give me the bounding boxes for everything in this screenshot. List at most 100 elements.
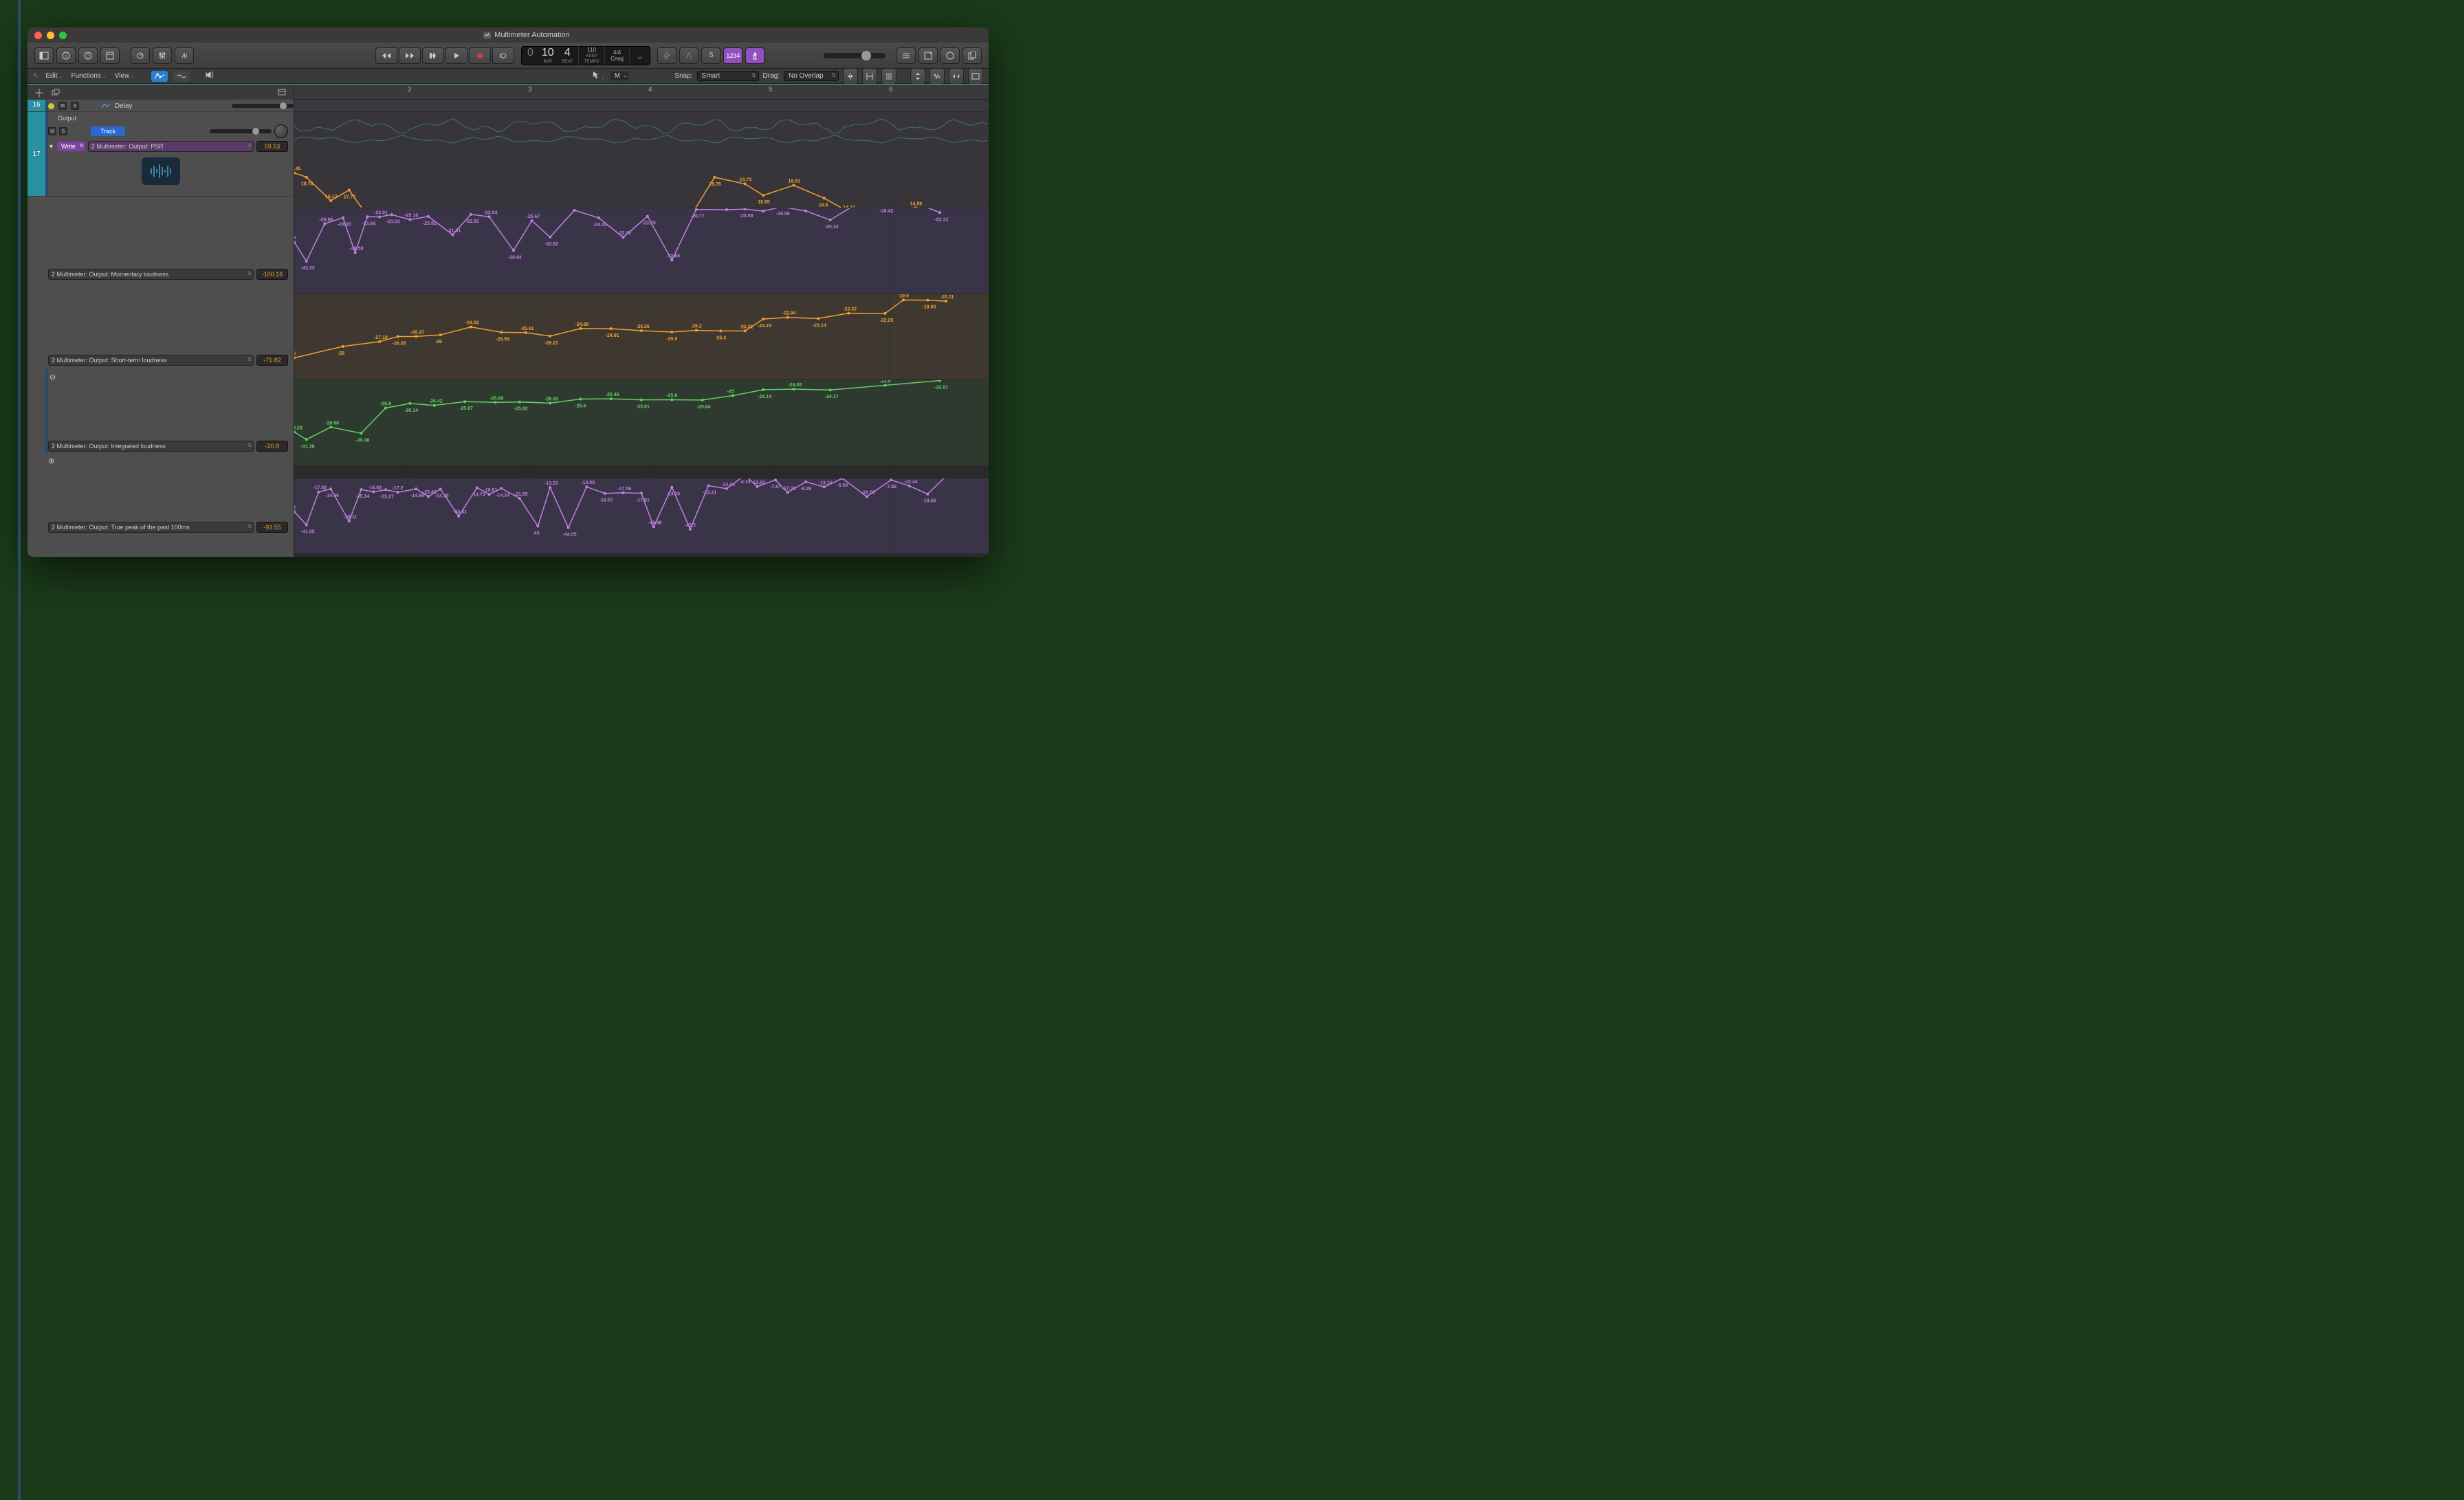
param-select-psr[interactable]: 2 Multimeter: Output: PSR — [88, 141, 254, 152]
pointer-tool-icon[interactable]: ⌄ — [593, 71, 605, 81]
solo-button[interactable]: S — [59, 127, 67, 135]
region-track-16[interactable] — [294, 100, 989, 112]
automation-mode-select[interactable]: Write — [57, 142, 85, 151]
flex-toggle[interactable] — [173, 71, 190, 82]
help-button[interactable]: ? — [78, 47, 98, 64]
view-menu[interactable]: View⌄ — [113, 72, 136, 80]
close-button[interactable] — [34, 32, 42, 39]
note-pad-button[interactable] — [918, 47, 938, 64]
track-automation-button[interactable]: Track — [91, 126, 125, 136]
automation-indicator[interactable] — [48, 103, 54, 109]
svg-text:-24.62: -24.62 — [465, 321, 479, 326]
svg-text:-24.35: -24.35 — [338, 223, 351, 228]
param-select-shortterm[interactable]: 2 Multimeter: Output: Short-term loudnes… — [48, 355, 254, 366]
low-latency-button[interactable] — [657, 47, 676, 64]
svg-text:-25.6: -25.6 — [666, 394, 677, 399]
svg-text:-23.82: -23.82 — [423, 221, 437, 226]
snap-edge-icon[interactable] — [843, 68, 858, 85]
solo-button[interactable]: S — [71, 102, 79, 110]
metronome-button[interactable] — [745, 47, 764, 64]
secondary-tool[interactable]: M⌄ — [610, 71, 628, 80]
add-track-button[interactable]: ＋ — [33, 87, 45, 97]
master-volume-slider[interactable] — [824, 53, 886, 58]
track-icon[interactable] — [142, 157, 180, 185]
arrange-area[interactable]: 2 3 4 5 6 20.4519.7816.1217.7711.1211.54… — [294, 85, 989, 557]
rewind-button[interactable] — [375, 47, 397, 64]
svg-text:-24.01: -24.01 — [374, 211, 388, 216]
loop-browser-button[interactable] — [940, 47, 960, 64]
grid-icon[interactable] — [881, 68, 896, 85]
automation-toggle[interactable] — [151, 71, 168, 82]
svg-text:-9.26: -9.26 — [800, 487, 811, 492]
svg-text:-43.33: -43.33 — [301, 266, 315, 271]
param-value[interactable]: -93.55 — [256, 522, 288, 533]
svg-text:-23.5: -23.5 — [879, 380, 890, 384]
record-button[interactable] — [469, 47, 491, 64]
param-select-integrated[interactable]: 2 Multimeter: Output: Integrated loudnes… — [48, 441, 254, 452]
library-button[interactable] — [34, 47, 54, 64]
svg-text:-25.98: -25.98 — [490, 396, 503, 401]
inspector-button[interactable]: i — [56, 47, 76, 64]
mute-button[interactable]: M — [48, 127, 56, 135]
svg-text:-25.5: -25.5 — [575, 404, 586, 409]
param-select-momentary[interactable]: 2 Multimeter: Output: Momentary loudness — [48, 269, 254, 280]
mixer-button[interactable] — [153, 47, 172, 64]
svg-text:-25.55: -25.55 — [496, 337, 509, 342]
solo-button[interactable]: S — [701, 47, 720, 64]
track-fader[interactable] — [232, 104, 294, 108]
count-in-button[interactable]: 1234 — [723, 47, 742, 64]
functions-menu[interactable]: Functions⌄ — [70, 72, 108, 80]
track-17[interactable]: 17 Output M S Track ▼ Write — [28, 112, 294, 197]
automation-region-integrated[interactable]: -30.28-31.38-29.58-30.48-26.8-26.14-26.4… — [294, 380, 989, 466]
track-fader[interactable] — [210, 129, 272, 133]
automation-region-momentary[interactable]: -35-43.33-26.98-24.35-39.59-23.94-24.01-… — [294, 208, 989, 294]
tuner-button[interactable] — [679, 47, 698, 64]
transport-controls — [375, 47, 514, 64]
logic-icon — [483, 32, 491, 39]
snap-select[interactable]: Smart — [697, 71, 759, 81]
pan-knob[interactable] — [274, 124, 288, 138]
stop-button[interactable] — [422, 47, 444, 64]
param-value[interactable]: -20.8 — [256, 441, 288, 452]
toolbar-button[interactable] — [100, 47, 120, 64]
lane-integrated: ⊖ 2 Multimeter: Output: Integrated loudn… — [28, 368, 294, 454]
app-window: Multimeter Automation i ? 0 10BAR 4BEAT — [28, 27, 989, 557]
minimize-button[interactable] — [47, 32, 54, 39]
smart-controls-button[interactable] — [131, 47, 150, 64]
remove-lane-button[interactable]: ⊖ — [50, 373, 56, 382]
dup-track-button[interactable] — [50, 87, 62, 97]
play-button[interactable] — [446, 47, 468, 64]
automation-region-psr[interactable]: 20.4519.7816.1217.7711.1211.5411.2211.78… — [294, 112, 989, 208]
param-value[interactable]: -71.82 — [256, 355, 288, 366]
back-icon[interactable]: ↖ — [33, 72, 38, 80]
lcd-display[interactable]: 0 10BAR 4BEAT 110 KEEP TEMPO 4/4 Cmaj ⌄ — [521, 46, 650, 65]
add-lane-button[interactable]: ⊕ — [48, 456, 54, 465]
zoom-vert-icon[interactable] — [910, 68, 925, 85]
disclosure-triangle[interactable]: ▼ — [48, 143, 54, 150]
maximize-button[interactable] — [59, 32, 67, 39]
track-16[interactable]: 16 M S Delay — [28, 100, 294, 112]
editors-button[interactable] — [175, 47, 194, 64]
mute-button[interactable]: M — [58, 102, 67, 110]
media-browser-button[interactable] — [962, 47, 982, 64]
waveform-zoom-icon[interactable] — [930, 68, 945, 85]
zoom-horiz-icon[interactable] — [949, 68, 964, 85]
automation-region-truepeak[interactable]: -32-41.95-17.02-14.66-39.11-15.14-16.93-… — [294, 478, 989, 554]
drag-select[interactable]: No Overlap — [784, 71, 839, 81]
lane-truepeak: 2 Multimeter: Output: True peak of the p… — [28, 467, 294, 536]
param-value[interactable]: 59.53 — [256, 141, 288, 152]
svg-text:-26.09: -26.09 — [544, 397, 558, 401]
global-tracks-button[interactable] — [276, 87, 288, 97]
zoom-fit-icon[interactable] — [968, 68, 983, 85]
alignment-guides-icon[interactable] — [862, 68, 877, 85]
param-value[interactable]: -100.16 — [256, 269, 288, 280]
catch-playhead-icon[interactable] — [205, 71, 214, 81]
edit-menu[interactable]: Edit⌄ — [44, 72, 64, 80]
list-editors-button[interactable] — [896, 47, 916, 64]
forward-button[interactable] — [399, 47, 421, 64]
param-select-truepeak[interactable]: 2 Multimeter: Output: True peak of the p… — [48, 522, 254, 533]
ruler[interactable]: 2 3 4 5 6 — [294, 85, 989, 100]
cycle-button[interactable] — [492, 47, 514, 64]
automation-region-shortterm[interactable]: -30-28-27.18-26.28-26.27-26-24.62-25.55-… — [294, 294, 989, 380]
svg-text:18.51: 18.51 — [788, 179, 800, 184]
